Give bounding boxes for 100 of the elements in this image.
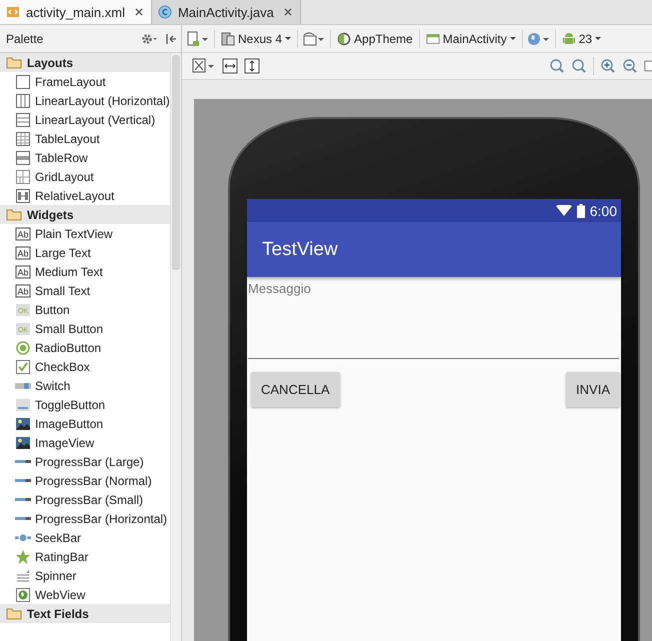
palette-item[interactable]: SeekBar bbox=[0, 528, 170, 547]
item-label: Medium Text bbox=[35, 264, 103, 278]
spinner-widget-icon bbox=[15, 568, 31, 584]
vertical-resize-icon[interactable] bbox=[244, 58, 260, 74]
item-label: RadioButton bbox=[35, 340, 102, 354]
item-label: Small Text bbox=[35, 284, 90, 298]
image-widget-icon bbox=[15, 416, 31, 432]
tablerow-widget-icon bbox=[15, 150, 31, 166]
item-label: ToggleButton bbox=[35, 398, 106, 412]
close-icon[interactable] bbox=[134, 8, 143, 16]
palette-item[interactable]: ImageButton bbox=[0, 414, 170, 433]
item-label: Large Text bbox=[35, 246, 91, 260]
zoom-out-icon[interactable] bbox=[622, 58, 638, 74]
item-label: Switch bbox=[35, 378, 70, 392]
item-label: ProgressBar (Horizontal) bbox=[35, 512, 168, 526]
palette-item[interactable]: CheckBox bbox=[0, 357, 170, 376]
wifi-icon bbox=[556, 204, 572, 216]
text-widget-icon: Ab bbox=[15, 282, 31, 298]
toggle-widget-icon bbox=[15, 396, 31, 412]
item-label: TableLayout bbox=[35, 132, 100, 146]
text-widget-icon: Ab bbox=[15, 264, 31, 280]
palette-item[interactable]: ToggleButton bbox=[0, 395, 170, 414]
palette-item[interactable]: Switch bbox=[0, 376, 170, 395]
app-button[interactable]: CANCELLA bbox=[251, 372, 340, 407]
palette-item[interactable]: ProgressBar (Large) bbox=[0, 452, 170, 471]
text-widget-icon: Ab bbox=[15, 226, 31, 242]
rows-widget-icon bbox=[15, 112, 31, 128]
palette-item[interactable]: TableRow bbox=[0, 148, 170, 167]
item-label: CheckBox bbox=[35, 360, 90, 374]
app-button[interactable]: INVIA bbox=[566, 372, 620, 407]
zoom-in-icon[interactable] bbox=[600, 58, 616, 74]
palette-item[interactable]: LinearLayout (Horizontal) bbox=[0, 91, 170, 110]
text-widget-icon: Ab bbox=[15, 244, 31, 260]
palette-item[interactable]: TableLayout bbox=[0, 129, 170, 148]
item-label: LinearLayout (Horizontal) bbox=[35, 94, 170, 108]
theme-button[interactable]: AppTheme bbox=[335, 32, 415, 46]
item-label: GridLayout bbox=[35, 170, 94, 184]
globe-icon[interactable] bbox=[526, 30, 551, 46]
close-icon[interactable] bbox=[284, 8, 292, 16]
item-label: ProgressBar (Large) bbox=[35, 454, 144, 468]
item-label: ImageButton bbox=[35, 416, 104, 430]
android-icon bbox=[562, 32, 576, 46]
palette-section[interactable]: Widgets bbox=[0, 205, 170, 224]
page-icon[interactable] bbox=[644, 58, 652, 74]
caret-icon bbox=[510, 37, 516, 40]
class-file-icon bbox=[158, 5, 172, 19]
item-label: Button bbox=[35, 302, 70, 316]
settings-icon[interactable] bbox=[141, 32, 159, 44]
palette-item[interactable]: FrameLayout bbox=[0, 72, 170, 91]
frame-widget-icon bbox=[15, 74, 31, 90]
zoom-to-fit-icon[interactable] bbox=[549, 58, 565, 74]
item-label: RatingBar bbox=[35, 550, 88, 564]
item-label: ImageView bbox=[35, 436, 94, 450]
actual-size-icon[interactable] bbox=[571, 58, 587, 74]
theme-icon bbox=[337, 32, 352, 46]
rotate-screen-icon[interactable] bbox=[302, 30, 326, 46]
palette-item[interactable]: Ab Large Text bbox=[0, 243, 170, 262]
table-widget-icon bbox=[15, 130, 31, 146]
grid-widget-icon bbox=[15, 168, 31, 184]
editor-tab[interactable]: activity_main.xml bbox=[0, 0, 152, 24]
folder-icon bbox=[6, 208, 22, 220]
activity-dropdown[interactable]: MainActivity bbox=[424, 32, 518, 46]
palette-item[interactable]: GridLayout bbox=[0, 167, 170, 186]
section-label: Text Fields bbox=[27, 606, 89, 620]
message-field[interactable]: Messaggio bbox=[248, 281, 619, 359]
radio-widget-icon bbox=[15, 340, 31, 356]
panel-title: Palette bbox=[6, 32, 44, 46]
palette-item[interactable]: ImageView bbox=[0, 433, 170, 452]
item-label: ProgressBar (Small) bbox=[35, 492, 144, 506]
palette-item[interactable]: LinearLayout (Vertical) bbox=[0, 110, 170, 129]
palette-item[interactable]: ProgressBar (Normal) bbox=[0, 471, 170, 490]
pin-icon[interactable] bbox=[165, 32, 177, 44]
palette-item[interactable]: ProgressBar (Horizontal) bbox=[0, 509, 170, 528]
palette-section[interactable]: Text Fields bbox=[0, 604, 170, 623]
palette-item[interactable]: WebView bbox=[0, 585, 170, 604]
palette-item[interactable]: Ab Medium Text bbox=[0, 262, 170, 281]
zoom-fit-icon[interactable] bbox=[192, 58, 216, 74]
palette-section[interactable]: Layouts bbox=[0, 53, 170, 72]
device-screen-icon[interactable] bbox=[186, 30, 210, 46]
palette-item[interactable]: RadioButton bbox=[0, 338, 170, 357]
palette-item[interactable]: ProgressBar (Small) bbox=[0, 490, 170, 509]
folder-icon bbox=[6, 608, 22, 620]
item-label: LinearLayout (Vertical) bbox=[35, 112, 156, 126]
item-label: TableRow bbox=[35, 150, 88, 164]
palette-item[interactable]: Spinner bbox=[0, 566, 170, 585]
check-widget-icon bbox=[15, 358, 31, 374]
phone-icon bbox=[221, 32, 235, 46]
device-dropdown[interactable]: Nexus 4 bbox=[219, 32, 294, 46]
app-title: TestView bbox=[262, 238, 338, 260]
scrollbar-thumb[interactable] bbox=[172, 55, 180, 270]
tab-label: MainActivity.java bbox=[178, 4, 274, 20]
api-level-dropdown[interactable]: 23 bbox=[560, 32, 604, 46]
editor-tab[interactable]: MainActivity.java bbox=[152, 0, 301, 24]
horizontal-resize-icon[interactable] bbox=[222, 58, 238, 74]
item-label: Plain TextView bbox=[35, 226, 113, 240]
palette-item[interactable]: Ab Small Text bbox=[0, 281, 170, 300]
palette-item[interactable]: Ab Plain TextView bbox=[0, 224, 170, 243]
xml-file-icon bbox=[6, 5, 20, 19]
palette-item[interactable]: RatingBar bbox=[0, 547, 170, 566]
palette-item[interactable]: RelativeLayout bbox=[0, 186, 170, 205]
